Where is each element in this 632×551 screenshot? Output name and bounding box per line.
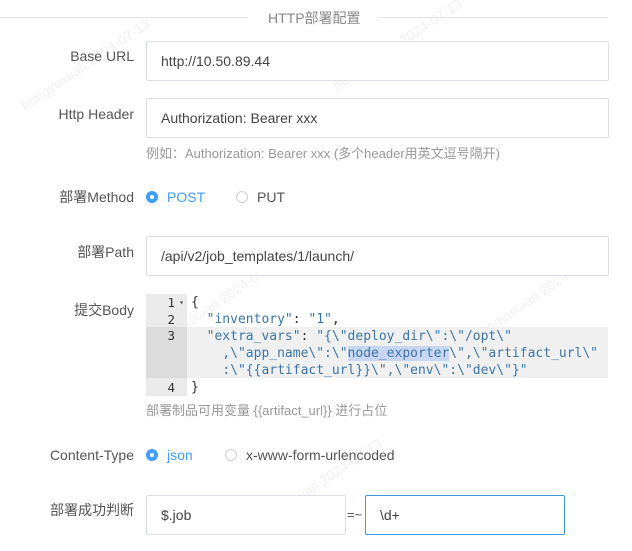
content-type-json-radio[interactable]: json xyxy=(146,445,193,465)
base-url-input[interactable]: http://10.50.89.44 xyxy=(146,41,609,81)
code-line: { xyxy=(191,295,199,310)
method-post-label: POST xyxy=(167,189,206,205)
success-pattern-input[interactable]: \d+ xyxy=(365,495,565,535)
body-code-editor[interactable]: 1 ▾ 2 3 4 { "inventory": "1", "extra_var… xyxy=(146,294,608,398)
code-line: } xyxy=(191,380,199,395)
section-divider: HTTP部署配置 xyxy=(0,8,632,28)
text-selection: node_exporter xyxy=(347,346,450,361)
section-title: HTTP部署配置 xyxy=(268,10,361,26)
http-header-input[interactable]: Authorization: Bearer xxx xyxy=(146,98,609,138)
body-label: 提交Body xyxy=(74,302,134,318)
fold-arrow-icon[interactable]: ▾ xyxy=(179,294,184,311)
line-number: 4 xyxy=(167,380,175,395)
code-line-wrap: :\"{{artifact_url}}\",\"env\":\"dev\"}" xyxy=(222,363,528,378)
content-type-form-radio[interactable]: x-www-form-urlencoded xyxy=(225,445,395,465)
http-header-hint: 例如：Authorization: Bearer xxx (多个header用英… xyxy=(146,146,500,161)
radio-unchecked-icon xyxy=(236,191,248,203)
code-line: "inventory": "1", xyxy=(206,312,340,327)
path-input[interactable]: /api/v2/job_templates/1/launch/ xyxy=(146,236,609,276)
radio-checked-icon xyxy=(146,191,158,203)
method-put-radio[interactable]: PUT xyxy=(236,187,285,207)
radio-unchecked-icon xyxy=(225,449,237,461)
base-url-label: Base URL xyxy=(70,48,134,64)
body-hint: 部署制品可用变量 {{artifact_url}} 进行占位 xyxy=(146,403,388,418)
line-number: 2 xyxy=(167,312,175,327)
path-label: 部署Path xyxy=(77,244,134,260)
method-put-label: PUT xyxy=(257,189,285,205)
content-type-json-label: json xyxy=(167,447,193,463)
line-number: 1 ▾ xyxy=(167,294,184,311)
code-line-wrap: ,\"app_name\":\"node_exporter\",\"artifa… xyxy=(222,346,599,361)
code-line: "extra_vars": "{\"deploy_dir\":\"/opt\" xyxy=(206,329,512,344)
content-type-form-label: x-www-form-urlencoded xyxy=(246,447,395,463)
line-number: 3 xyxy=(146,327,187,378)
success-label: 部署成功判断 xyxy=(50,502,134,518)
method-label: 部署Method xyxy=(59,189,134,205)
radio-checked-icon xyxy=(146,449,158,461)
method-post-radio[interactable]: POST xyxy=(146,187,205,207)
content-type-label: Content-Type xyxy=(49,447,134,463)
http-header-label: Http Header xyxy=(58,106,134,122)
match-operator: =~ xyxy=(347,507,363,522)
success-expr-input[interactable]: $.job xyxy=(146,495,346,535)
